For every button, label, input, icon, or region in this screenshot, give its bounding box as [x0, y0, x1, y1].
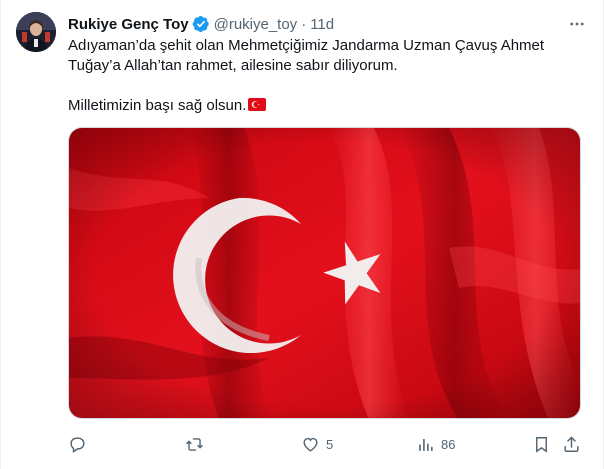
tweet-header: Rukiye Genç Toy @rukiye_toy · 11d — [68, 14, 587, 34]
like-button[interactable]: 5 — [301, 430, 333, 458]
bookmark-icon — [536, 436, 547, 453]
author-name[interactable]: Rukiye Genç Toy — [68, 16, 189, 33]
tweet-timestamp[interactable]: 11d — [310, 16, 334, 33]
like-count: 5 — [326, 436, 334, 452]
tweet-text-line: Milletimizin başı sağ olsun. — [68, 96, 588, 116]
share-icon — [564, 435, 579, 452]
separator-dot: · — [301, 15, 307, 33]
views-button[interactable]: 86 — [416, 430, 455, 458]
tweet-text-line-content: Milletimizin başı sağ olsun. — [68, 97, 247, 114]
tweet-text-line: Tuğay’a Allah’tan rahmet, ailesine sabır… — [68, 57, 398, 74]
tweet-text-line: Adıyaman’da şehit olan Mehmetçiğimiz Jan… — [68, 37, 545, 54]
turkey-flag-icon — [248, 97, 267, 111]
tweet-card[interactable]: Rukiye Genç Toy @rukiye_toy · 11d Adıyam… — [0, 0, 604, 469]
verified-badge-icon[interactable] — [192, 15, 210, 33]
tweet-actions: 5 86 — [68, 430, 588, 458]
share-button[interactable] — [562, 430, 581, 458]
turkish-flag-image — [69, 128, 580, 418]
avatar[interactable] — [16, 12, 56, 52]
retweet-icon — [186, 437, 203, 451]
tweet-media-image[interactable] — [68, 127, 581, 419]
more-options-icon[interactable] — [565, 13, 589, 35]
retweet-button[interactable] — [185, 430, 210, 458]
author-handle[interactable]: @rukiye_toy — [214, 16, 298, 33]
views-count: 86 — [441, 436, 456, 452]
tweet-text: Adıyaman’da şehit olan Mehmetçiğimiz Jan… — [68, 36, 588, 116]
bookmark-button[interactable] — [532, 430, 551, 458]
heart-icon — [303, 437, 318, 452]
views-icon — [419, 438, 433, 451]
reply-button[interactable] — [68, 430, 93, 458]
avatar-image — [16, 12, 56, 52]
reply-icon — [70, 436, 85, 453]
